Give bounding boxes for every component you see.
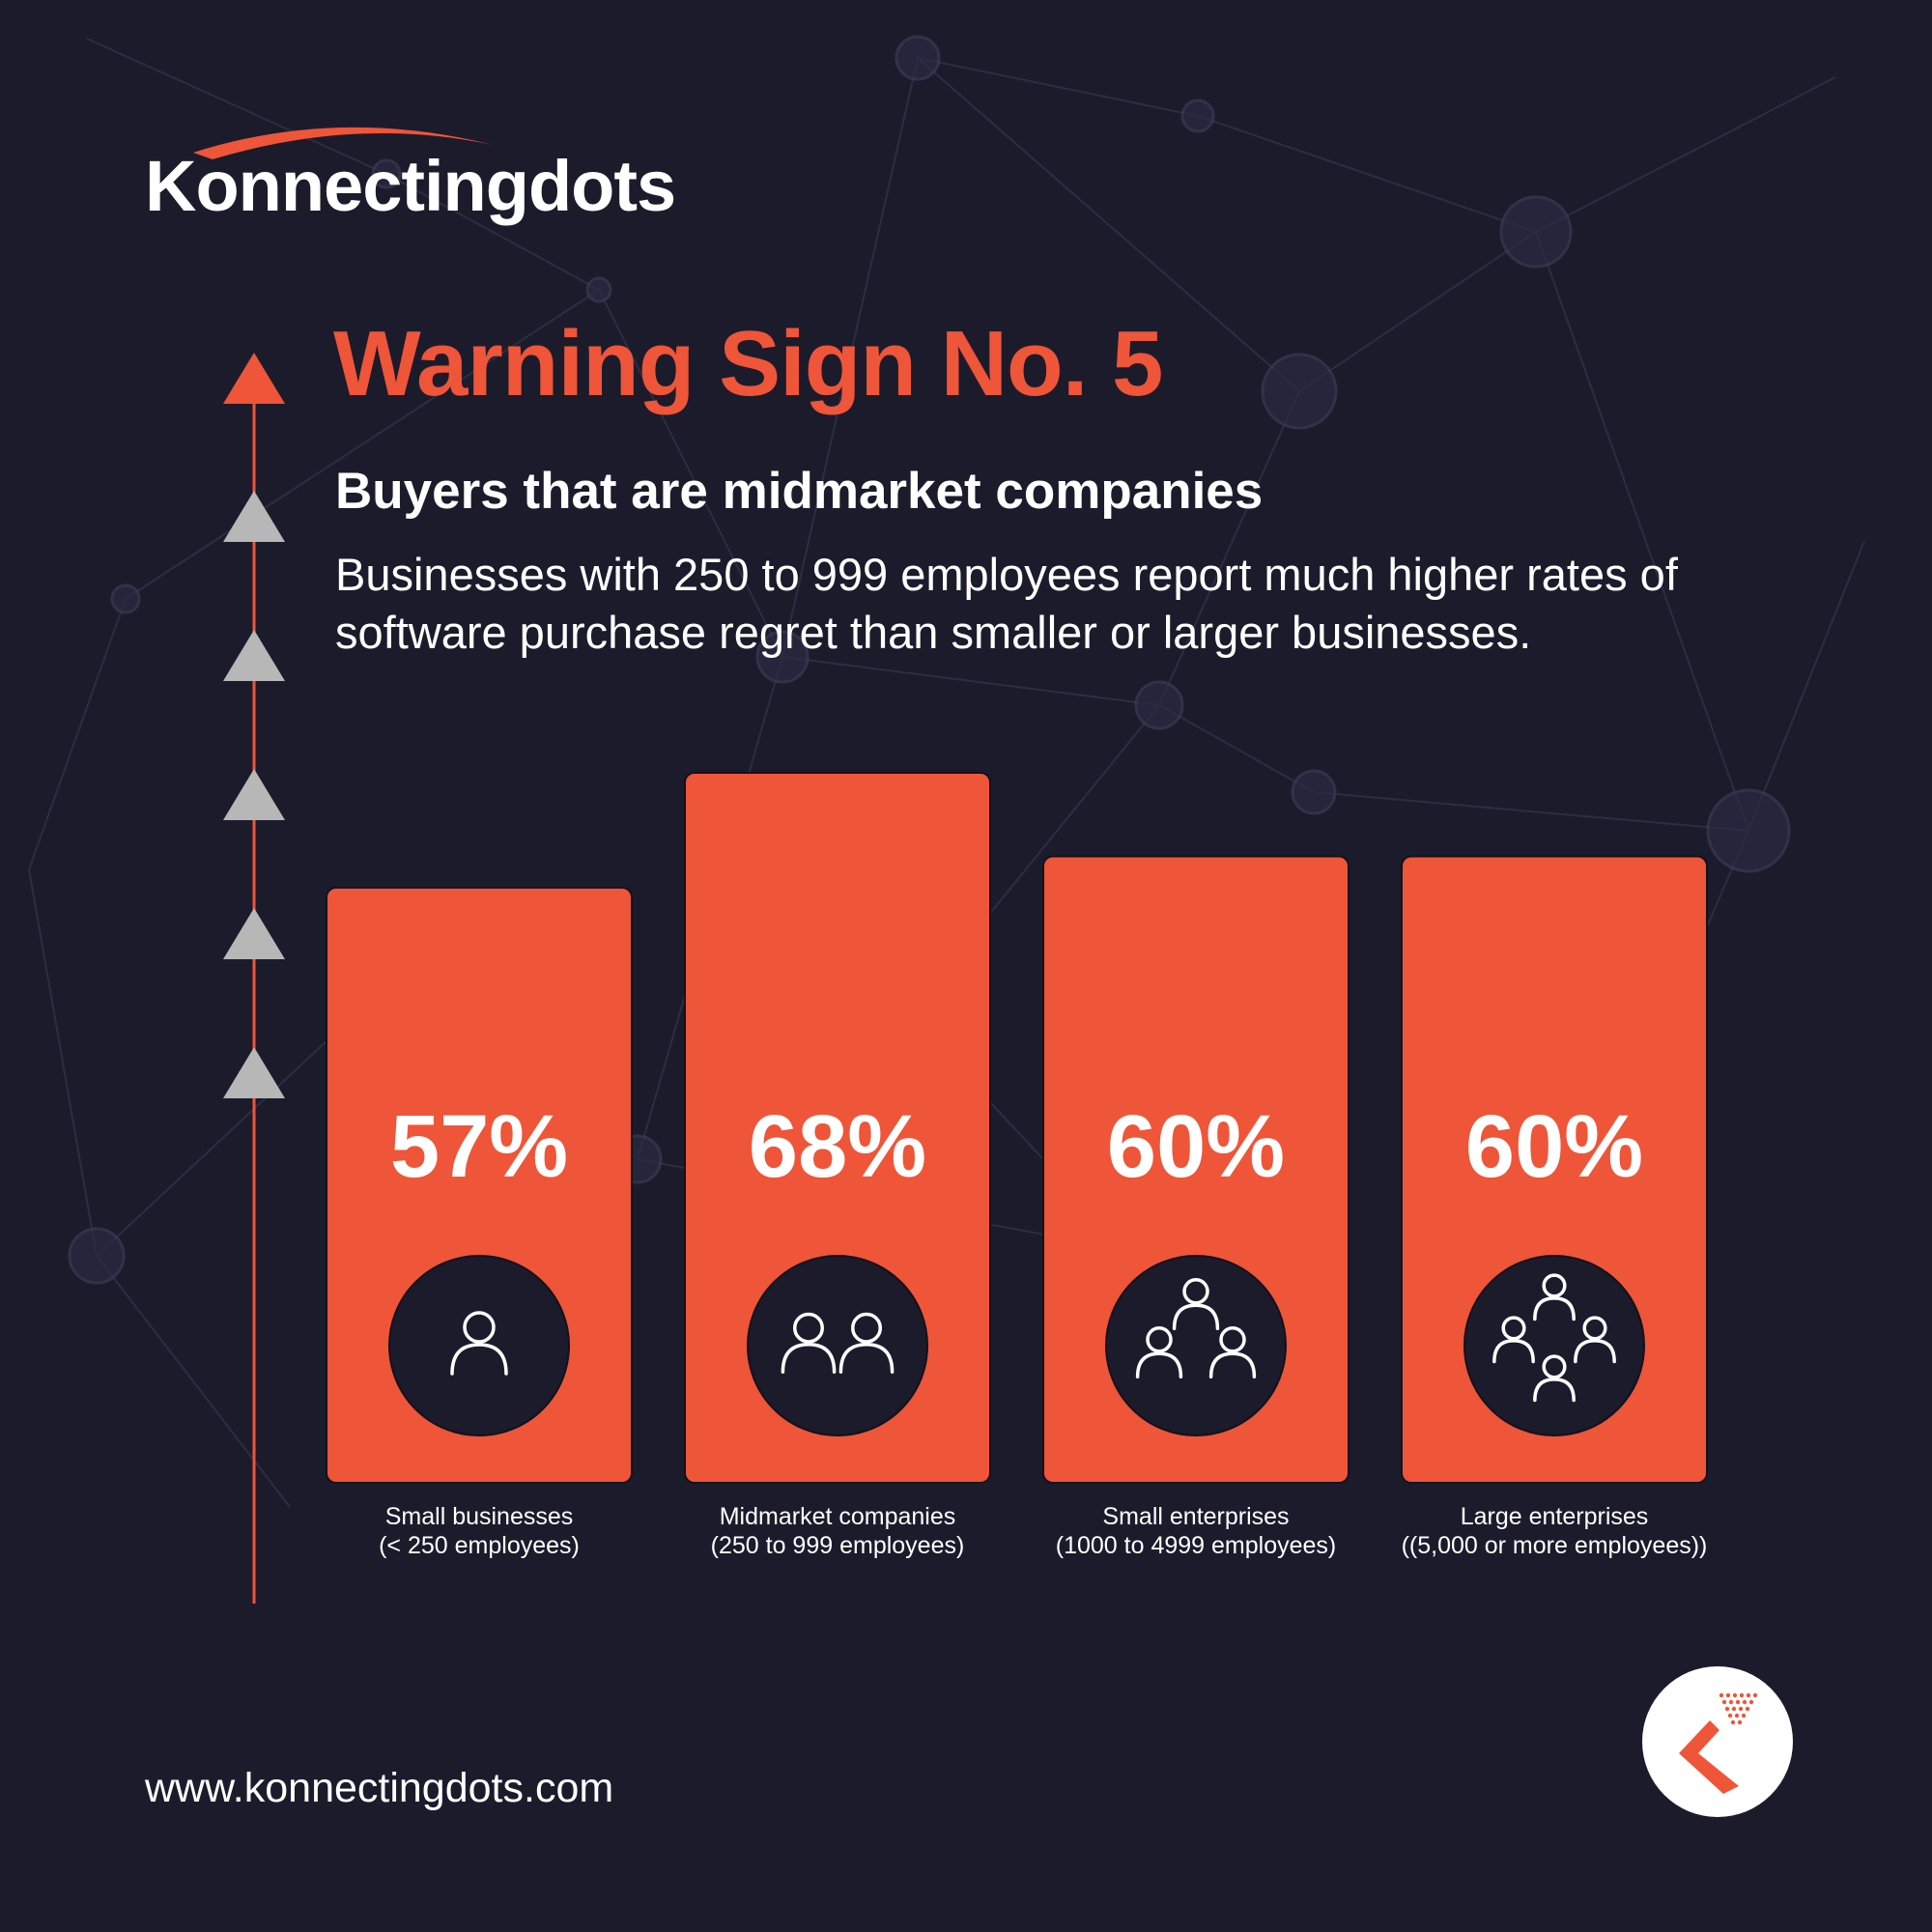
category-label: Midmarket companies — [720, 1503, 956, 1530]
category-label: Small enterprises — [1102, 1503, 1289, 1530]
category-sublabel: (250 to 999 employees) — [711, 1532, 965, 1559]
category-sublabel: ((5,000 or more employees)) — [1402, 1532, 1708, 1559]
bar-group: 57% Small businesses(< 250 employees) — [326, 886, 633, 1559]
category-label: Small businesses — [385, 1503, 574, 1530]
website-url[interactable]: www.konnectingdots.com — [145, 1765, 613, 1812]
person-icon — [388, 1255, 570, 1436]
bar-value-label: 60% — [1465, 1097, 1643, 1196]
brand-badge — [1642, 1666, 1793, 1817]
bar-group: 60% Small enterprises(1000 to 4999 employ… — [1042, 855, 1350, 1559]
bar-value-label: 68% — [749, 1097, 926, 1196]
bar-group: 68% Midmarket companies(250 to 999 employ… — [684, 772, 991, 1559]
bar-value-label: 60% — [1107, 1097, 1285, 1196]
four-people-icon — [1463, 1255, 1645, 1436]
two-people-icon — [747, 1255, 928, 1436]
category-sublabel: (1000 to 4999 employees) — [1056, 1532, 1336, 1559]
bar-value-label: 57% — [390, 1097, 568, 1196]
three-people-icon — [1105, 1255, 1287, 1436]
bar-chart: 57% Small businesses(< 250 employees) 68% M… — [326, 772, 1708, 1559]
category-sublabel: (< 250 employees) — [379, 1532, 580, 1559]
category-label: Large enterprises — [1461, 1503, 1649, 1530]
bar-group: 60% Large enterprises((5,000 or more empl… — [1401, 855, 1708, 1559]
brand-k-icon — [1679, 1692, 1758, 1794]
